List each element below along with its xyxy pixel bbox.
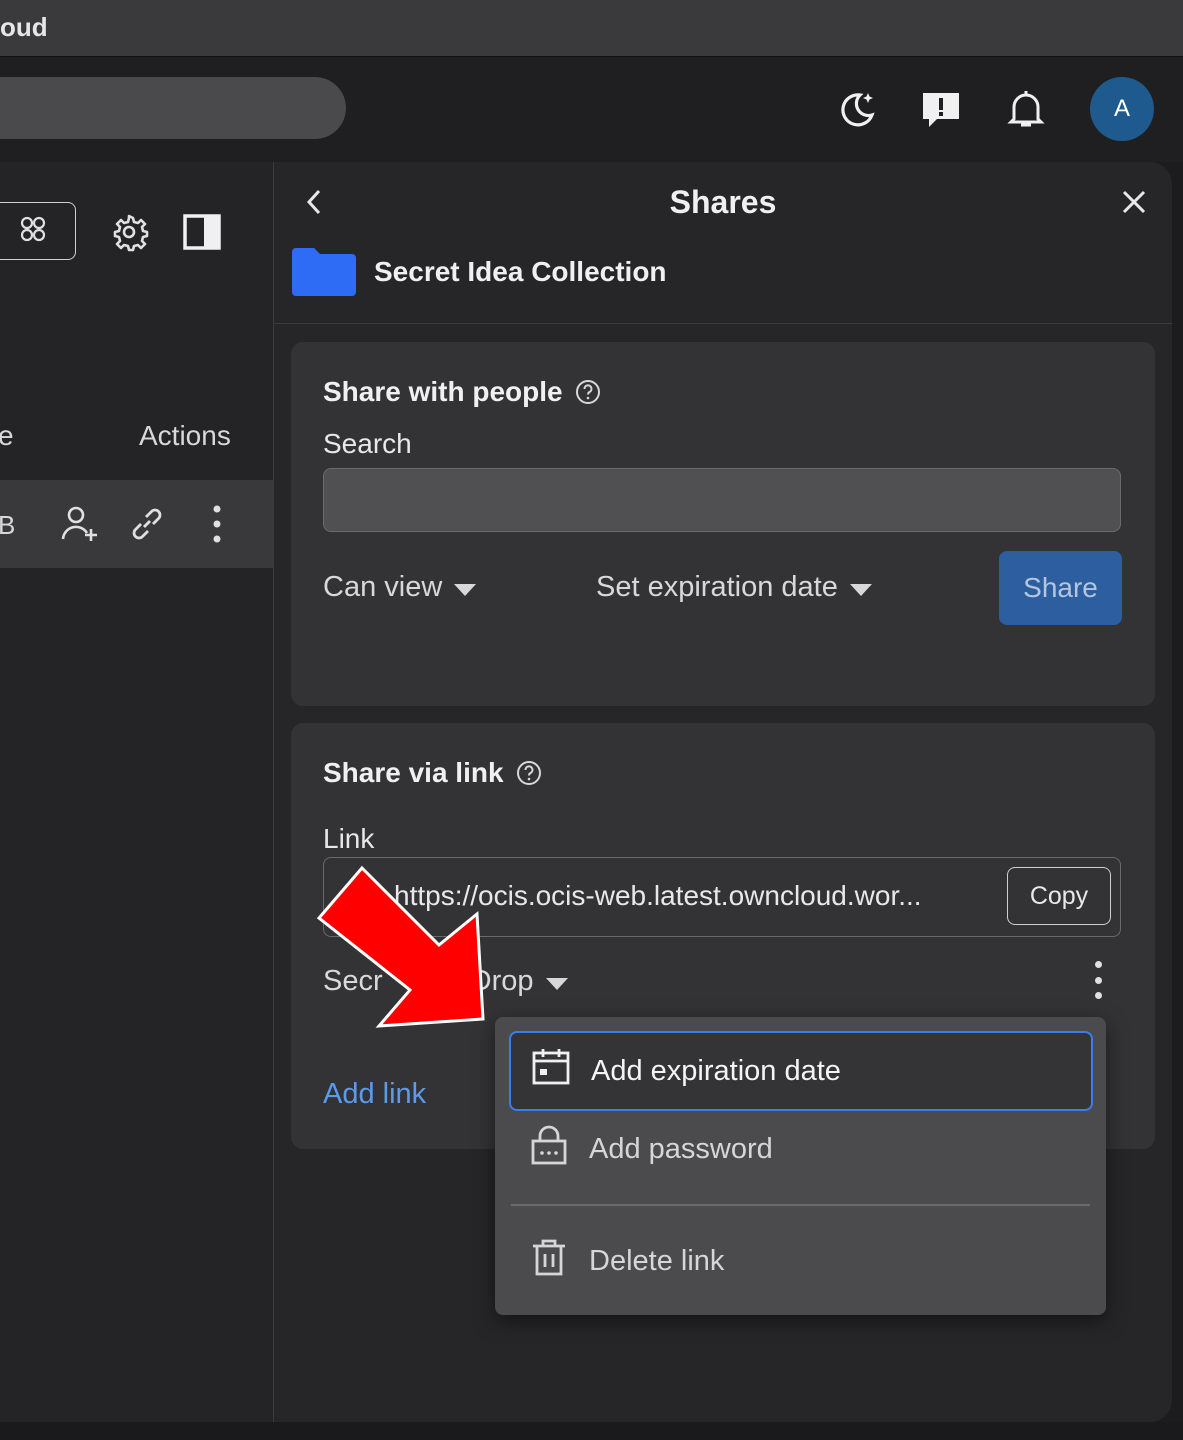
resource-name: Secret Idea Collection <box>374 256 667 287</box>
role-dropdown-label: Can view <box>323 571 443 603</box>
files-pane: e Actions B <box>0 162 273 1422</box>
moon-sparkle-icon[interactable] <box>834 87 878 131</box>
close-button[interactable] <box>1114 182 1154 222</box>
folder-icon <box>292 246 356 301</box>
view-mode-button[interactable] <box>0 202 76 260</box>
column-header-actions: Actions <box>139 420 231 451</box>
add-link-button[interactable]: Add link <box>323 1078 426 1111</box>
help-icon[interactable] <box>575 379 601 405</box>
global-search-bar[interactable] <box>0 77 346 139</box>
panel-divider <box>274 323 1172 324</box>
share-via-link-title: Share via link <box>323 757 504 788</box>
window-title: oud <box>0 12 48 42</box>
menu-item-label: Delete link <box>589 1244 725 1277</box>
search-label: Search <box>323 428 412 459</box>
calendar-icon <box>531 1047 571 1095</box>
link-url: https://ocis.ocis-web.latest.owncloud.wo… <box>394 880 922 911</box>
trash-icon <box>529 1237 569 1285</box>
panel-title: Shares <box>669 184 777 220</box>
caret-down-icon <box>454 571 477 604</box>
link-context-menu: Add expiration date Add password Delete … <box>495 1017 1106 1315</box>
caret-down-icon <box>849 571 872 604</box>
link-field[interactable]: https://ocis.ocis-web.latest.owncloud.wo… <box>323 857 1121 937</box>
link-options-button[interactable] <box>1086 958 1110 1002</box>
share-with-people-title: Share with people <box>323 376 563 407</box>
role-dropdown[interactable]: Can view <box>323 571 477 604</box>
menu-item-add-password[interactable]: Add password <box>509 1109 1093 1189</box>
link-label: Link <box>323 823 375 854</box>
bell-icon[interactable] <box>1004 87 1048 131</box>
top-bar: A <box>0 57 1183 162</box>
column-header-partial: e <box>0 420 14 451</box>
caret-down-icon <box>545 965 568 998</box>
link-type-dropdown[interactable]: Secr Drop <box>323 965 568 998</box>
more-options-icon[interactable] <box>195 502 239 546</box>
grid-icon <box>19 215 47 248</box>
help-icon[interactable] <box>516 760 542 786</box>
link-type-label-start: Secr <box>323 965 383 997</box>
link-type-label-end: Drop <box>470 965 534 997</box>
table-row[interactable]: B <box>0 480 273 568</box>
gear-icon[interactable] <box>107 210 151 254</box>
menu-item-add-expiration-date[interactable]: Add expiration date <box>509 1031 1093 1111</box>
window-bottom-edge <box>0 1422 1183 1440</box>
share-with-people-card: Share with people Search Can view Set ex… <box>291 342 1155 706</box>
menu-item-label: Add password <box>589 1132 773 1165</box>
link-icon[interactable] <box>125 502 169 546</box>
add-person-icon[interactable] <box>58 502 102 546</box>
window-titlebar: oud <box>0 0 1183 57</box>
feedback-exclamation-icon[interactable] <box>919 87 963 131</box>
expiration-dropdown[interactable]: Set expiration date <box>596 571 872 604</box>
menu-item-label: Add expiration date <box>591 1054 841 1087</box>
lock-icon <box>529 1125 569 1173</box>
file-size: B <box>0 510 16 540</box>
menu-separator <box>511 1204 1090 1206</box>
share-with-people-heading: Share with people <box>323 376 601 408</box>
expiration-dropdown-label: Set expiration date <box>596 571 838 603</box>
menu-item-delete-link[interactable]: Delete link <box>509 1221 1093 1301</box>
user-avatar[interactable]: A <box>1090 77 1154 141</box>
share-via-link-heading: Share via link <box>323 757 542 789</box>
copy-button[interactable]: Copy <box>1007 867 1111 925</box>
sidebar-toggle-icon[interactable] <box>180 210 224 254</box>
share-button[interactable]: Share <box>999 551 1122 625</box>
share-search-input[interactable] <box>323 468 1121 532</box>
